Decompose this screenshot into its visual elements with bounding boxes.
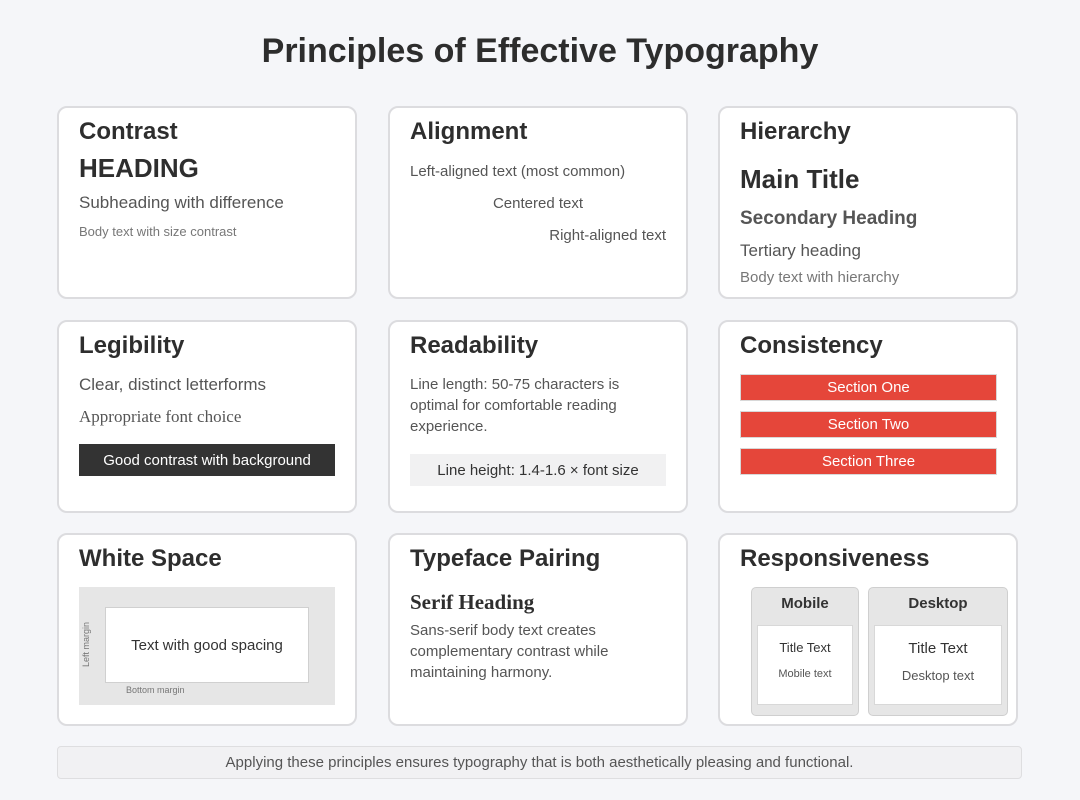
device-label: Desktop [908, 595, 968, 612]
line-height-box: Line height: 1.4-1.6 × font size [410, 454, 666, 486]
white-space-inner-box: Text with good spacing [105, 607, 309, 683]
hierarchy-tertiary-heading: Tertiary heading [740, 241, 861, 260]
desktop-device-mockup: Desktop Title Text Desktop text [868, 587, 1008, 716]
device-screen: Title Text Desktop text [874, 625, 1002, 705]
card-title: Responsiveness [740, 545, 930, 572]
page-title: Principles of Effective Typography [261, 32, 819, 70]
contrast-subheading-sample: Subheading with difference [79, 193, 284, 212]
section-bar: Section Two [740, 411, 997, 438]
readability-paragraph: Line length: 50-75 characters is optimal… [410, 376, 620, 435]
hierarchy-main-title: Main Title [740, 164, 860, 194]
legibility-font-choice: Appropriate font choice [79, 407, 242, 426]
left-margin-label: Left margin [81, 621, 91, 667]
card-legibility: Legibility Clear, distinct letterforms A… [57, 320, 357, 513]
contrast-sample-box: Good contrast with background [79, 444, 335, 476]
centered-sample: Centered text [492, 195, 584, 212]
contrast-body-sample: Body text with size contrast [79, 224, 237, 239]
bottom-margin-label: Bottom margin [126, 685, 185, 695]
device-title-text: Title Text [779, 640, 831, 655]
mobile-device-mockup: Mobile Title Text Mobile text [751, 587, 859, 716]
card-readability: Readability Line length: 50-75 character… [388, 320, 688, 513]
card-title: Typeface Pairing [410, 545, 601, 572]
footer-note: Applying these principles ensures typogr… [57, 746, 1022, 779]
card-consistency: Consistency Section One Section Two Sect… [718, 320, 1018, 513]
white-space-demo: Text with good spacing Left margin Botto… [79, 587, 335, 705]
contrast-heading-sample: HEADING [79, 153, 199, 183]
card-alignment: Alignment Left-aligned text (most common… [388, 106, 688, 299]
card-typeface-pairing: Typeface Pairing Serif Heading Sans-seri… [388, 533, 688, 726]
card-title: White Space [79, 545, 222, 572]
left-aligned-sample: Left-aligned text (most common) [410, 163, 626, 180]
hierarchy-secondary-heading: Secondary Heading [740, 208, 918, 229]
device-title-text: Title Text [908, 640, 968, 657]
card-title: Hierarchy [740, 118, 851, 145]
hierarchy-body-text: Body text with hierarchy [740, 269, 900, 286]
device-screen: Title Text Mobile text [757, 625, 853, 705]
device-label: Mobile [781, 595, 829, 612]
sans-serif-paragraph: Sans-serif body text creates complementa… [410, 622, 609, 681]
card-white-space: White Space Text with good spacing Left … [57, 533, 357, 726]
card-title: Legibility [79, 332, 185, 359]
card-contrast: Contrast HEADING Subheading with differe… [57, 106, 357, 299]
section-bar: Section One [740, 374, 997, 401]
section-bar: Section Three [740, 448, 997, 475]
card-title: Readability [410, 332, 539, 359]
device-body-text: Mobile text [778, 668, 832, 680]
card-responsiveness: Responsiveness Mobile Title Text Mobile … [718, 533, 1018, 726]
legibility-letterforms: Clear, distinct letterforms [79, 375, 267, 394]
card-hierarchy: Hierarchy Main Title Secondary Heading T… [718, 106, 1018, 299]
card-title: Contrast [79, 118, 178, 145]
card-title: Alignment [410, 118, 528, 145]
card-title: Consistency [740, 332, 883, 359]
serif-heading-sample: Serif Heading [410, 590, 535, 614]
device-body-text: Desktop text [901, 668, 975, 683]
right-aligned-sample: Right-aligned text [549, 227, 666, 244]
